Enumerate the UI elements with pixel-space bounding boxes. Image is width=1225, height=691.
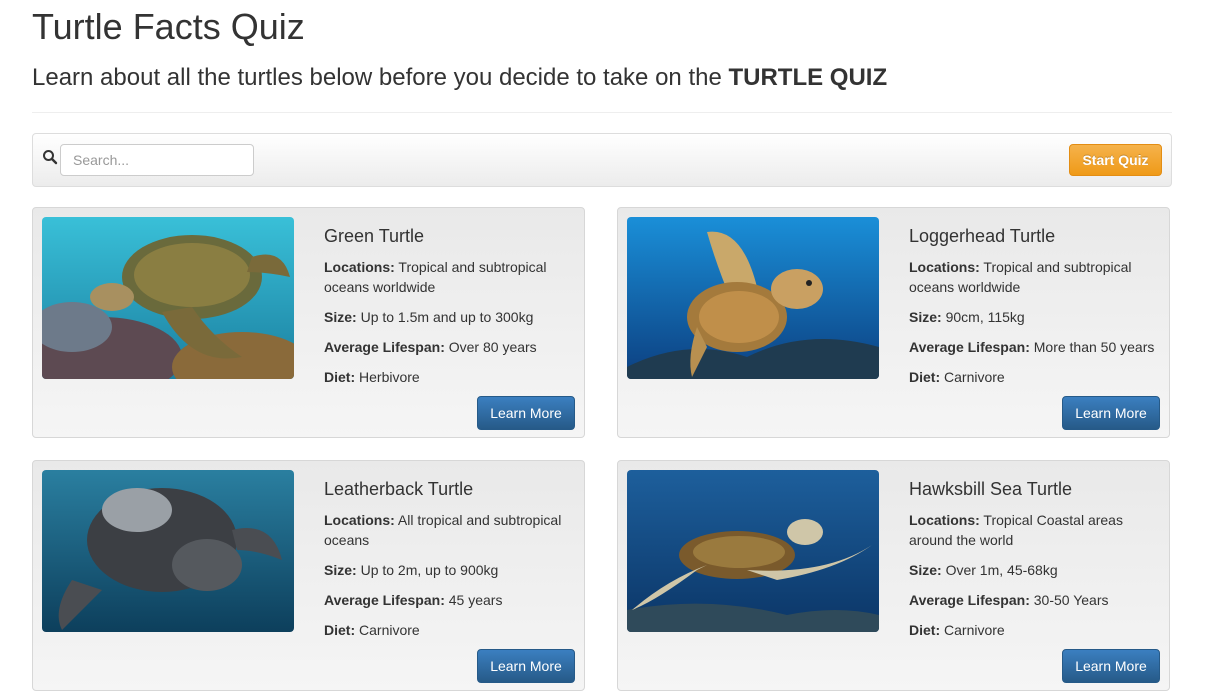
turtle-size: Size: Up to 2m, up to 900kg <box>324 562 499 578</box>
turtle-name: Leatherback Turtle <box>324 479 474 499</box>
toolbar: Start Quiz <box>32 133 1172 187</box>
search-icon <box>42 149 58 165</box>
turtle-name: Loggerhead Turtle <box>909 226 1056 246</box>
turtle-card-green: Green Turtle Locations: Tropical and sub… <box>32 207 585 438</box>
turtle-diet: Diet: Carnivore <box>324 622 420 638</box>
page-subtitle: Learn about all the turtles below before… <box>32 64 887 92</box>
turtle-diet: Diet: Carnivore <box>909 622 1005 638</box>
turtle-name: Green Turtle <box>324 226 425 246</box>
turtle-lifespan: Average Lifespan: 30-50 Years <box>909 592 1109 608</box>
hawksbill-turtle-photo <box>627 470 879 632</box>
turtle-locations: Locations: Tropical Coastal areas around… <box>909 512 1123 548</box>
divider <box>32 112 1172 113</box>
turtle-lifespan: Average Lifespan: Over 80 years <box>324 339 537 355</box>
green-turtle-photo <box>42 217 294 379</box>
learn-more-button[interactable]: Learn More <box>477 396 575 430</box>
subtitle-emphasis: TURTLE QUIZ <box>728 64 888 91</box>
learn-more-button[interactable]: Learn More <box>477 649 575 683</box>
learn-more-button[interactable]: Learn More <box>1062 396 1160 430</box>
subtitle-text: Learn about all the turtles below before… <box>32 64 729 91</box>
turtle-lifespan: Average Lifespan: More than 50 years <box>909 339 1155 355</box>
turtle-lifespan: Average Lifespan: 45 years <box>324 592 503 608</box>
search-input[interactable] <box>60 144 254 176</box>
start-quiz-button[interactable]: Start Quiz <box>1069 144 1162 176</box>
page: Turtle Facts Quiz Learn about all the tu… <box>0 0 1225 691</box>
turtle-size: Size: 90cm, 115kg <box>909 309 1025 325</box>
turtle-card-loggerhead: Loggerhead Turtle Locations: Tropical an… <box>617 207 1170 438</box>
learn-more-button[interactable]: Learn More <box>1062 649 1160 683</box>
turtle-name: Hawksbill Sea Turtle <box>909 479 1073 499</box>
turtle-diet: Diet: Herbivore <box>324 369 420 385</box>
turtle-card-hawksbill: Hawksbill Sea Turtle Locations: Tropical… <box>617 460 1170 691</box>
leatherback-turtle-photo <box>42 470 294 632</box>
turtle-size: Size: Over 1m, 45-68kg <box>909 562 1058 578</box>
turtle-locations: Locations: Tropical and subtropical ocea… <box>909 259 1132 295</box>
turtle-locations: Locations: All tropical and subtropical … <box>324 512 562 548</box>
turtle-size: Size: Up to 1.5m and up to 300kg <box>324 309 534 325</box>
page-title: Turtle Facts Quiz <box>32 6 305 47</box>
turtle-locations: Locations: Tropical and subtropical ocea… <box>324 259 547 295</box>
turtle-diet: Diet: Carnivore <box>909 369 1005 385</box>
loggerhead-turtle-photo <box>627 217 879 379</box>
turtle-card-leatherback: Leatherback Turtle Locations: All tropic… <box>32 460 585 691</box>
